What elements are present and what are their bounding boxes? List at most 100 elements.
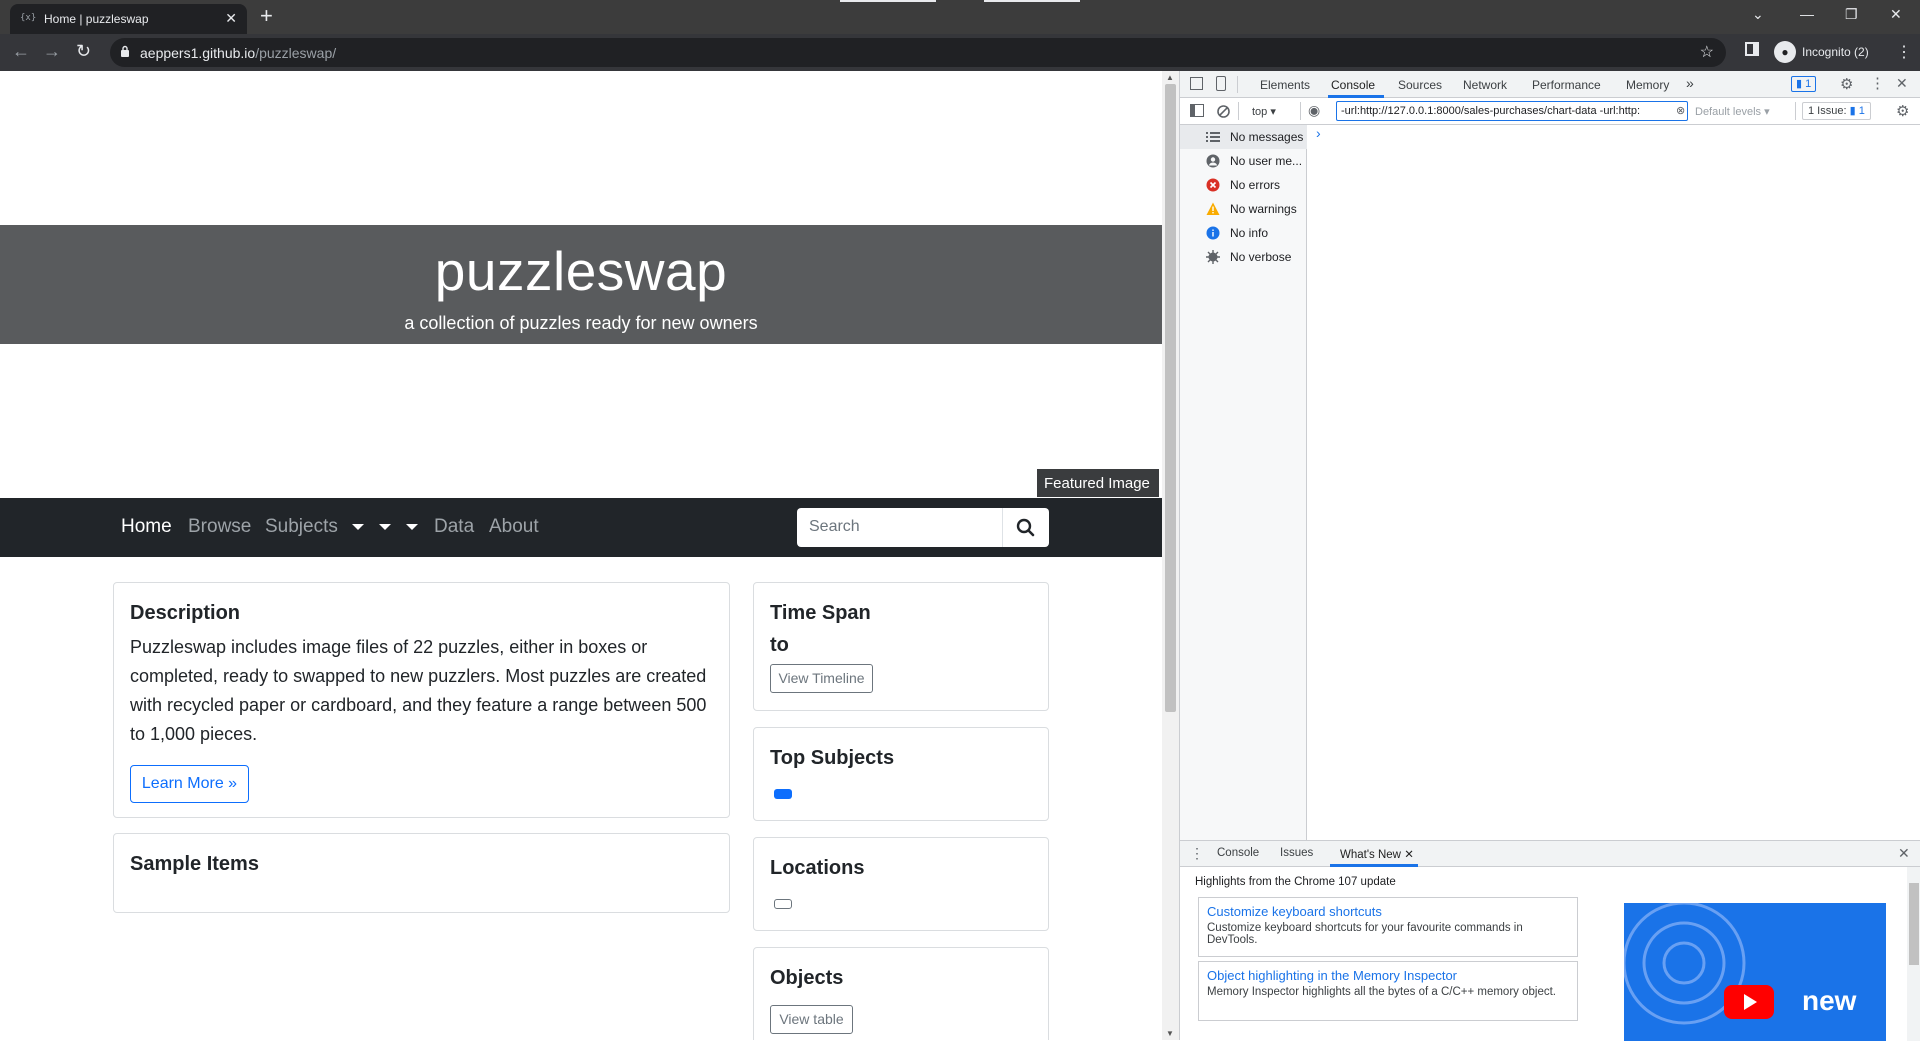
clear-filter-icon[interactable]: ⊗ [1676, 104, 1685, 117]
nav-data[interactable]: Data [434, 516, 474, 538]
view-table-button[interactable]: View table [770, 1005, 853, 1034]
nav-home[interactable]: Home [121, 516, 172, 538]
drawer-scrollbar-thumb[interactable] [1909, 883, 1919, 965]
filter-divider [1238, 102, 1239, 120]
dropdown-caret-icon[interactable] [379, 524, 391, 530]
youtube-play-icon[interactable] [1724, 985, 1774, 1019]
card-title-link[interactable]: Object highlighting in the Memory Inspec… [1207, 968, 1457, 983]
scroll-up-icon[interactable]: ▲ [1166, 73, 1174, 82]
view-timeline-button[interactable]: View Timeline [770, 664, 873, 693]
console-settings-icon[interactable]: ⚙ [1896, 102, 1909, 120]
inspect-element-icon[interactable] [1190, 77, 1203, 90]
scrollbar-thumb[interactable] [1165, 84, 1176, 712]
search-input[interactable]: Search [809, 518, 860, 536]
verbose-icon [1206, 250, 1220, 264]
search-box: Search [797, 508, 1049, 547]
close-tab-icon[interactable]: ✕ [225, 10, 237, 27]
browser-tab[interactable]: {x} Home | puzzleswap ✕ [10, 4, 247, 34]
tab-network[interactable]: Network [1463, 78, 1507, 92]
tab-sources[interactable]: Sources [1398, 78, 1442, 92]
browser-menu-icon[interactable]: ⋮ [1896, 42, 1912, 62]
settings-gear-icon[interactable]: ⚙ [1840, 75, 1853, 93]
context-selector[interactable]: top ▾ [1252, 105, 1276, 118]
console-prompt[interactable]: › [1316, 125, 1321, 141]
drawer-tab-issues[interactable]: Issues [1280, 847, 1313, 859]
close-devtools-icon[interactable]: ✕ [1896, 75, 1908, 92]
user-icon [1206, 154, 1220, 168]
devtools-menu-icon[interactable]: ⋮ [1870, 74, 1885, 92]
back-icon[interactable]: ← [12, 41, 30, 62]
whats-new-highlights: Highlights from the Chrome 107 update [1195, 876, 1396, 888]
device-toolbar-icon[interactable] [1216, 76, 1226, 91]
restore-icon[interactable]: ❐ [1845, 6, 1858, 23]
close-drawer-tab-icon[interactable]: ✕ [1404, 849, 1414, 861]
devtools-tabbar: Elements Console Sources Network Perform… [1180, 71, 1920, 98]
card-title-link[interactable]: Customize keyboard shortcuts [1207, 904, 1382, 919]
dropdown-caret-icon[interactable] [406, 524, 418, 530]
description-text: Puzzleswap includes image files of 22 pu… [130, 637, 707, 744]
live-expression-eye-icon[interactable]: ◉ [1308, 102, 1320, 119]
more-tabs-icon[interactable]: » [1686, 75, 1694, 91]
favicon-icon: {x} [20, 13, 37, 23]
error-icon [1206, 178, 1220, 192]
address-bar[interactable]: aeppers1.github.io/puzzleswap/ ☆ [110, 38, 1726, 67]
bookmark-star-icon[interactable]: ☆ [1700, 42, 1714, 62]
dropdown-caret-icon[interactable] [352, 524, 364, 530]
sidebar-item-warnings[interactable]: No warnings [1180, 197, 1307, 221]
browser-toolbar: ← → ↻ aeppers1.github.io/puzzleswap/ ☆ ●… [0, 34, 1920, 71]
nav-browse[interactable]: Browse [188, 516, 251, 538]
tab-console[interactable]: Console [1331, 78, 1375, 92]
objects-card: Objects View table [753, 947, 1049, 1040]
issues-counter-button[interactable]: 1 Issue: ▮ 1 [1802, 102, 1871, 120]
featured-image-label[interactable]: Featured Image [1037, 469, 1159, 497]
window-drag-marker [984, 0, 1080, 2]
card-description: Customize keyboard shortcuts for your fa… [1207, 922, 1523, 946]
whats-new-card[interactable]: Customize keyboard shortcuts Customize k… [1198, 897, 1578, 957]
drawer-menu-icon[interactable]: ⋮ [1190, 845, 1204, 862]
subject-badge[interactable] [774, 789, 792, 799]
locations-card: Locations [753, 837, 1049, 931]
tab-search-icon[interactable]: ⌄ [1752, 6, 1764, 23]
sidebar-item-errors[interactable]: No errors [1180, 173, 1307, 197]
scroll-down-icon[interactable]: ▼ [1166, 1029, 1174, 1038]
new-tab-icon[interactable]: + [260, 4, 273, 28]
tab-elements[interactable]: Elements [1260, 78, 1310, 92]
sidebar-item-label: No verbose [1230, 250, 1292, 264]
tab-performance[interactable]: Performance [1532, 78, 1601, 92]
whats-new-video-thumbnail[interactable]: new [1624, 903, 1886, 1041]
close-window-icon[interactable]: ✕ [1890, 6, 1902, 23]
sidebar-item-messages[interactable]: No messages [1180, 125, 1307, 149]
locations-heading: Locations [770, 857, 865, 879]
page-scrollbar[interactable]: ▲ ▼ [1162, 71, 1179, 1040]
reload-icon[interactable]: ↻ [76, 41, 91, 62]
site-header: puzzleswap a collection of puzzles ready… [0, 225, 1162, 344]
sidebar-item-verbose[interactable]: No verbose [1180, 245, 1307, 269]
drawer-tabbar: ⋮ Console Issues What's New ✕ ✕ [1180, 841, 1920, 867]
forward-icon[interactable]: → [43, 41, 61, 62]
warning-icon [1206, 202, 1220, 215]
sidebar-item-user-messages[interactable]: No user me... [1180, 149, 1307, 173]
console-filter-input[interactable]: -url:http://127.0.0.1:8000/sales-purchas… [1336, 101, 1688, 121]
nav-subjects[interactable]: Subjects [265, 516, 338, 538]
issues-badge[interactable]: ▮ 1 [1791, 76, 1817, 92]
tab-memory[interactable]: Memory [1626, 78, 1669, 92]
top-subjects-heading: Top Subjects [770, 747, 895, 769]
log-levels-dropdown[interactable]: Default levels ▾ [1695, 105, 1770, 118]
location-badge[interactable] [774, 899, 792, 909]
drawer-tab-whats-new[interactable]: What's New ✕ [1340, 847, 1414, 861]
clear-console-icon[interactable] [1216, 104, 1231, 119]
sidebar-toggle-icon[interactable] [1190, 104, 1204, 117]
top-subjects-card: Top Subjects [753, 727, 1049, 821]
minimize-icon[interactable]: — [1800, 6, 1814, 22]
filter-divider [1795, 102, 1796, 120]
whats-new-card[interactable]: Object highlighting in the Memory Inspec… [1198, 961, 1578, 1021]
side-panel-icon[interactable] [1745, 42, 1759, 56]
close-drawer-icon[interactable]: ✕ [1898, 845, 1910, 862]
incognito-profile-button[interactable]: ● Incognito (2) [1770, 40, 1875, 64]
learn-more-button[interactable]: Learn More » [130, 765, 249, 803]
sidebar-item-info[interactable]: No info [1180, 221, 1307, 245]
search-button[interactable] [1003, 508, 1049, 547]
nav-about[interactable]: About [489, 516, 539, 538]
drawer-tab-console[interactable]: Console [1217, 847, 1259, 859]
drawer-scrollbar[interactable] [1907, 867, 1920, 1041]
